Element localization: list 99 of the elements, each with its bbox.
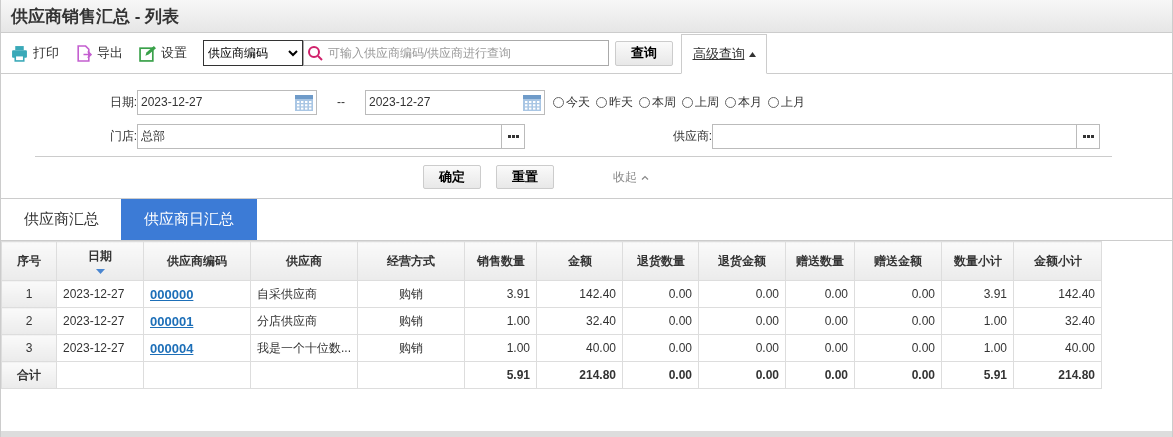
- settings-button[interactable]: 设置: [139, 44, 187, 62]
- column-header[interactable]: 退货金额: [698, 241, 786, 281]
- table-cell: 分店供应商: [250, 307, 358, 335]
- table-cell: 0.00: [622, 307, 699, 335]
- table-cell: 40.00: [536, 334, 623, 362]
- table-cell: 142.40: [1013, 280, 1102, 308]
- table-cell: 0.00: [854, 334, 942, 362]
- table-cell: 40.00: [1013, 334, 1102, 362]
- supplier-code-link[interactable]: 000001: [150, 313, 194, 329]
- export-icon: [75, 44, 92, 62]
- table-cell: 1.00: [464, 334, 537, 362]
- search-icon: [307, 45, 323, 61]
- total-cell: 5.91: [464, 361, 537, 389]
- column-header[interactable]: 供应商: [250, 241, 358, 281]
- total-label: 合计: [1, 361, 57, 389]
- date-separator: --: [336, 95, 346, 109]
- total-cell: 214.80: [1013, 361, 1102, 389]
- more-icon: [1082, 134, 1094, 138]
- printer-icon: [11, 44, 28, 62]
- chevron-down-icon: [288, 49, 298, 57]
- column-header[interactable]: 经营方式: [357, 241, 465, 281]
- table-cell: 32.40: [536, 307, 623, 335]
- calendar-icon[interactable]: [522, 92, 542, 112]
- export-button[interactable]: 导出: [75, 44, 123, 62]
- column-header[interactable]: 序号: [1, 241, 57, 281]
- column-header[interactable]: 赠送数量: [785, 241, 855, 281]
- table-cell: 我是一个十位数...: [250, 334, 358, 362]
- chevron-up-icon: [641, 174, 649, 180]
- row-number: 3: [1, 334, 57, 362]
- sort-down-icon: [95, 269, 105, 274]
- total-cell: 0.00: [698, 361, 786, 389]
- column-header[interactable]: 金额小计: [1013, 241, 1102, 281]
- supplier-field[interactable]: [712, 123, 1100, 149]
- table-cell: 0.00: [698, 334, 786, 362]
- table-cell: 3.91: [941, 280, 1014, 308]
- print-button[interactable]: 打印: [11, 44, 59, 62]
- table-cell: 购销: [357, 280, 465, 308]
- table-cell: 0.00: [622, 334, 699, 362]
- supplier-label: 供应商:: [671, 127, 712, 145]
- total-cell: 0.00: [854, 361, 942, 389]
- range-radio[interactable]: 本月: [725, 93, 762, 111]
- date-field[interactable]: 2023-12-27: [137, 89, 317, 115]
- total-cell: 0.00: [622, 361, 699, 389]
- table-cell: 0.00: [785, 334, 855, 362]
- date-label: 日期:: [108, 93, 137, 111]
- edit-icon: [139, 44, 156, 62]
- supplier-code-link[interactable]: 000000: [150, 286, 194, 302]
- row-number: 2: [1, 307, 57, 335]
- collapse-link[interactable]: 收起: [613, 168, 649, 186]
- table-cell: 3.91: [464, 280, 537, 308]
- row-number: 1: [1, 280, 57, 308]
- table-cell: 0.00: [854, 280, 942, 308]
- table-cell: 142.40: [536, 280, 623, 308]
- table-cell: 2023-12-27: [56, 334, 144, 362]
- calendar-icon[interactable]: [294, 92, 314, 112]
- total-cell: 0.00: [785, 361, 855, 389]
- column-header[interactable]: 赠送金额: [854, 241, 942, 281]
- range-radio[interactable]: 今天: [553, 93, 590, 111]
- table-cell: 2023-12-27: [56, 280, 144, 308]
- column-header[interactable]: 日期: [56, 241, 144, 281]
- table-cell: 0.00: [698, 307, 786, 335]
- table-cell: 0.00: [785, 307, 855, 335]
- caret-icon: [748, 51, 756, 57]
- query-button[interactable]: 查询: [615, 40, 673, 66]
- table-cell: 购销: [357, 307, 465, 335]
- table-cell: 2023-12-27: [56, 307, 144, 335]
- column-header[interactable]: 供应商编码: [143, 241, 251, 281]
- table-cell: 1.00: [464, 307, 537, 335]
- table-cell: 购销: [357, 334, 465, 362]
- table-cell: 0.00: [622, 280, 699, 308]
- column-header[interactable]: 销售数量: [464, 241, 537, 281]
- supplier-code-link[interactable]: 000004: [150, 340, 194, 356]
- total-cell: 214.80: [536, 361, 623, 389]
- column-header[interactable]: 金额: [536, 241, 623, 281]
- date-field[interactable]: 2023-12-27: [365, 89, 545, 115]
- advanced-query-tab[interactable]: 高级查询: [681, 34, 767, 74]
- range-radio[interactable]: 上月: [768, 93, 805, 111]
- total-cell: 5.91: [941, 361, 1014, 389]
- store-label: 门店:: [108, 127, 137, 145]
- range-radio[interactable]: 上周: [682, 93, 719, 111]
- reset-button[interactable]: 重置: [496, 165, 554, 189]
- table-cell: 0.00: [785, 280, 855, 308]
- range-radio[interactable]: 本周: [639, 93, 676, 111]
- column-header[interactable]: 数量小计: [941, 241, 1014, 281]
- range-radio[interactable]: 昨天: [596, 93, 633, 111]
- confirm-button[interactable]: 确定: [423, 165, 481, 189]
- search-field[interactable]: 可输入供应商编码/供应商进行查询: [303, 40, 609, 66]
- search-type-dropdown[interactable]: 供应商编码: [203, 40, 303, 66]
- table-cell: 1.00: [941, 334, 1014, 362]
- table-cell: 32.40: [1013, 307, 1102, 335]
- table-cell: 自采供应商: [250, 280, 358, 308]
- table-cell: 1.00: [941, 307, 1014, 335]
- table-cell: 0.00: [854, 307, 942, 335]
- more-icon: [507, 134, 519, 138]
- window-title: 供应商销售汇总 - 列表: [11, 5, 180, 28]
- store-field[interactable]: 总部: [137, 123, 525, 149]
- column-header[interactable]: 退货数量: [622, 241, 699, 281]
- table-cell: 0.00: [698, 280, 786, 308]
- tab[interactable]: 供应商日汇总: [121, 199, 257, 240]
